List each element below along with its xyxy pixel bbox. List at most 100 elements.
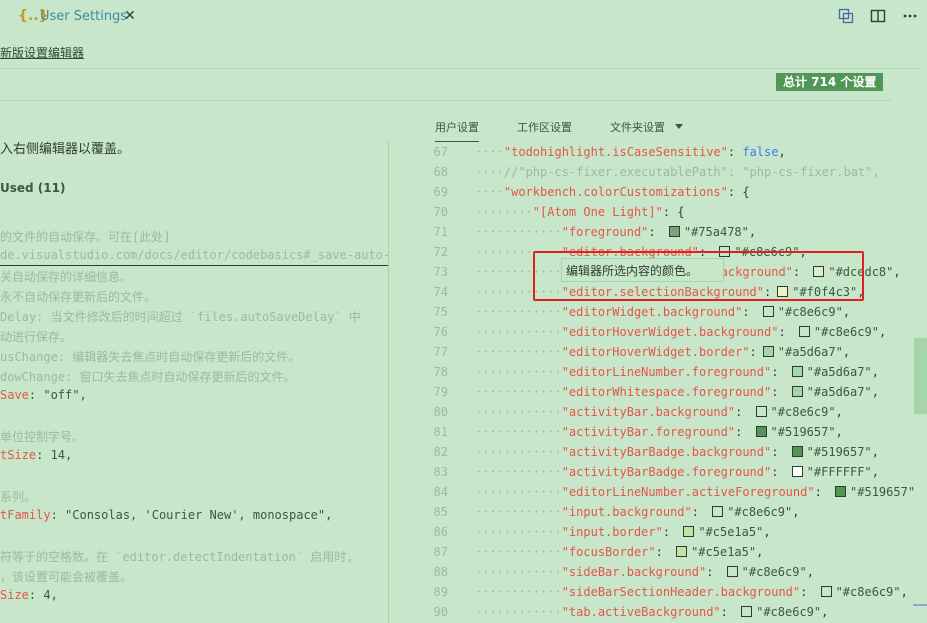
json-value: false — [742, 145, 779, 159]
indent-guides: ············ — [475, 305, 562, 319]
json-value: "#c8e6c9" — [770, 405, 836, 419]
split-editor-icon[interactable] — [869, 7, 887, 25]
color-swatch-icon[interactable] — [741, 606, 753, 617]
color-swatch-icon[interactable] — [726, 566, 738, 577]
tab-folder-settings[interactable]: 文件夹设置 — [610, 119, 665, 135]
more-actions-icon[interactable] — [901, 7, 919, 25]
line-number: 83 — [433, 465, 448, 479]
indent-guides: ············ — [475, 225, 562, 239]
json-value: "#75a478" — [683, 225, 749, 239]
default-setting-line: usChange: 编辑器失去焦点时自动保存更新后的文件。 — [0, 350, 301, 364]
line-number: 86 — [433, 525, 448, 539]
json-key: "activityBar.foreground" — [561, 425, 736, 439]
indent-guides: ············ — [475, 445, 562, 459]
json-key: "sideBar.background" — [561, 565, 707, 579]
line-number: 70 — [433, 205, 448, 219]
code-line: 70 ········"[Atom One Light]": { — [420, 202, 917, 222]
tab-title: User Settings — [40, 9, 128, 24]
json-value: "#c8e6c9" — [813, 325, 879, 339]
scrollbar-thumb[interactable] — [914, 338, 927, 414]
line-number: 76 — [433, 325, 448, 339]
color-swatch-icon[interactable] — [762, 306, 774, 317]
pane-separator[interactable] — [388, 140, 389, 623]
code-line: 68 ····//"php-cs-fixer.executablePath": "… — [420, 162, 917, 182]
code-line: 75 ············"editorWidget.background":… — [420, 302, 917, 322]
setting-value: : 14, — [36, 448, 73, 462]
line-number: 73 — [433, 265, 448, 279]
json-key: "workbench.colorCustomizations" — [503, 185, 728, 199]
code-line: 90 ············"tab.activeBackground": "#… — [420, 602, 917, 622]
editor-tab-bar: {..} User Settings ✕ — [0, 0, 927, 35]
setting-key: Size — [0, 588, 29, 602]
color-swatch-icon[interactable] — [791, 366, 803, 377]
color-swatch-icon[interactable] — [755, 406, 767, 417]
line-number: 89 — [433, 585, 448, 599]
code-line: 76 ············"editorHoverWidget.backgro… — [420, 322, 917, 342]
json-value: "#c8e6c9" — [835, 585, 901, 599]
color-swatch-icon[interactable] — [791, 386, 803, 397]
tab-user-settings[interactable]: {..} User Settings ✕ — [0, 0, 142, 35]
color-swatch-icon[interactable] — [712, 506, 724, 517]
json-value: "#a5d6a7" — [777, 345, 843, 359]
indent-guides: ············ — [475, 365, 562, 379]
default-setting-line: 永不自动保存更新后的文件。 — [0, 290, 157, 304]
color-swatch-icon[interactable] — [762, 346, 774, 357]
json-value: "#519657" — [850, 485, 916, 499]
default-setting-line: ，该设置可能会被覆盖。 — [0, 570, 133, 584]
overview-ruler-marker — [913, 604, 927, 606]
json-value: "#c8e6c9" — [727, 505, 793, 519]
indent-guides: ············ — [475, 485, 562, 499]
chevron-down-icon[interactable] — [675, 124, 683, 129]
color-swatch-icon[interactable] — [676, 546, 688, 557]
default-setting-line: Used (11) — [0, 181, 66, 195]
setting-value: : "off", — [28, 388, 87, 402]
color-swatch-icon[interactable] — [668, 226, 680, 237]
color-swatch-icon[interactable] — [798, 326, 810, 337]
line-number: 90 — [433, 605, 448, 619]
close-tab-icon[interactable]: ✕ — [124, 8, 136, 24]
json-key: "focusBorder" — [561, 545, 656, 559]
default-setting-line: 的文件的自动保存。可在[此处] — [0, 230, 171, 244]
indent-guides: ···· — [475, 185, 504, 199]
indent-guides: ············ — [475, 505, 562, 519]
tab-user-settings-scope[interactable]: 用户设置 — [435, 119, 479, 142]
json-key: "editorWhitespace.foreground" — [561, 385, 772, 399]
indent-guides: ············ — [475, 605, 562, 619]
tab-workspace-settings[interactable]: 工作区设置 — [517, 119, 572, 135]
line-number: 87 — [433, 545, 448, 559]
color-swatch-icon[interactable] — [683, 526, 695, 537]
indent-guides: ········ — [475, 205, 533, 219]
color-swatch-icon[interactable] — [791, 466, 803, 477]
code-line: 87 ············"focusBorder": "#c5e1a5", — [420, 542, 917, 562]
default-settings-pane[interactable]: 入右侧编辑器以覆盖。 Used (11) 的文件的自动保存。可在[此处] de.vis… — [0, 101, 388, 623]
line-number: 77 — [433, 345, 448, 359]
json-value: "#c8e6c9" — [741, 565, 807, 579]
json-key: "editorHoverWidget.border" — [561, 345, 750, 359]
json-value: "#c5e1a5" — [691, 545, 757, 559]
user-settings-editor[interactable]: 67 ····"todohighlight.isCaseSensitive": f… — [420, 142, 917, 623]
new-settings-editor-link[interactable]: 新版设置编辑器 — [0, 44, 84, 61]
code-line: 85 ············"input.background": "#c8e6… — [420, 502, 917, 522]
line-number: 72 — [433, 245, 448, 259]
indent-guides: ············ — [475, 545, 562, 559]
setting-key: tFamily — [0, 508, 51, 522]
line-number: 84 — [433, 485, 448, 499]
line-number: 79 — [433, 385, 448, 399]
color-swatch-icon[interactable] — [835, 486, 847, 497]
default-setting-line: Size: 4, — [0, 588, 58, 602]
indent-guides: ············ — [475, 465, 562, 479]
color-swatch-icon[interactable] — [820, 586, 832, 597]
indent-guides: ···· — [475, 145, 504, 159]
code-line: 78 ············"editorLineNumber.foregrou… — [420, 362, 917, 382]
code-line: 69 ····"workbench.colorCustomizations": { — [420, 182, 917, 202]
json-key: "editorLineNumber.activeForeground" — [561, 485, 815, 499]
line-number: 78 — [433, 365, 448, 379]
color-swatch-icon[interactable] — [791, 446, 803, 457]
default-setting-line: tSize: 14, — [0, 448, 72, 462]
default-setting-line: 入右侧编辑器以覆盖。 — [0, 142, 131, 157]
default-setting-line: 符等于的空格数。在 `editor.detectIndentation` 启用时… — [0, 550, 354, 564]
indent-guides: ···· — [475, 165, 504, 179]
line-number: 82 — [433, 445, 448, 459]
open-changes-icon[interactable] — [837, 7, 855, 25]
color-swatch-icon[interactable] — [755, 426, 767, 437]
